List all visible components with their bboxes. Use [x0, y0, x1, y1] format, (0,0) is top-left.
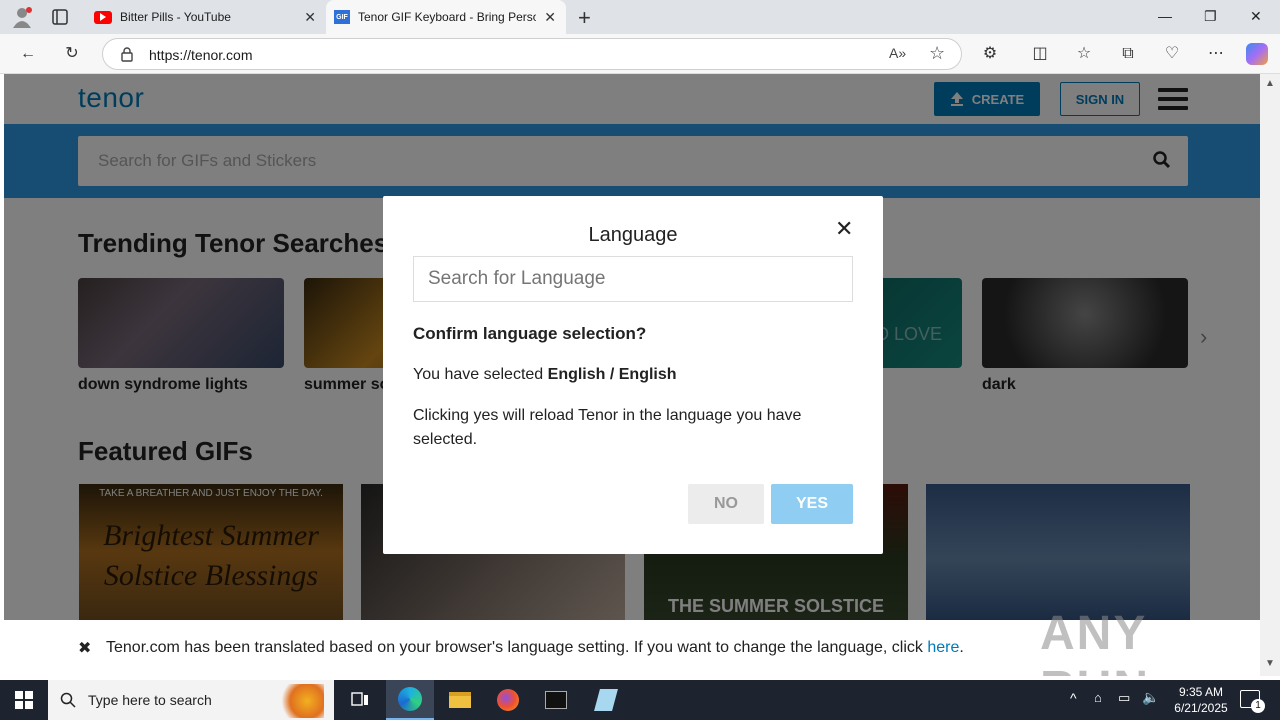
gif-favicon-icon: GIF	[334, 10, 350, 24]
notepad-icon[interactable]	[582, 680, 630, 720]
scroll-up-icon[interactable]: ▲	[1265, 78, 1275, 89]
address-bar[interactable]: https://tenor.com A» ☆	[102, 38, 962, 70]
browser-essentials-icon[interactable]: ♡	[1162, 44, 1182, 64]
dialog-title: Language	[588, 224, 678, 246]
back-icon[interactable]: ←	[18, 44, 38, 64]
task-view-icon[interactable]	[336, 680, 384, 720]
selected-prefix: You have selected	[413, 366, 544, 383]
tray-app-icon[interactable]: ⌂	[1094, 690, 1102, 705]
selected-language-line: You have selected English / English	[413, 366, 677, 384]
close-tab-icon[interactable]: ✕	[304, 9, 316, 26]
favorite-star-icon[interactable]: ☆	[929, 43, 945, 64]
file-explorer-icon[interactable]	[436, 680, 484, 720]
tab-youtube[interactable]: Bitter Pills - YouTube ✕	[86, 0, 326, 34]
youtube-icon	[94, 10, 112, 24]
split-screen-icon[interactable]: ◫	[1030, 44, 1050, 64]
language-search-input[interactable]	[413, 256, 853, 302]
taskbar-search-box[interactable]: Type here to search	[48, 680, 334, 720]
reload-explanation: Clicking yes will reload Tenor in the la…	[413, 407, 802, 448]
profile-icon[interactable]	[10, 6, 34, 28]
favorites-icon[interactable]: ☆	[1074, 44, 1094, 64]
scroll-down-icon[interactable]: ▼	[1265, 658, 1275, 669]
start-button[interactable]	[0, 680, 48, 720]
language-dialog: Language ✕ Confirm language selection? Y…	[383, 196, 883, 554]
tab-title: Bitter Pills - YouTube	[120, 10, 231, 24]
notice-message: Tenor.com has been translated based on y…	[106, 639, 923, 656]
taskbar-search-placeholder: Type here to search	[88, 692, 212, 708]
copilot-icon[interactable]	[1246, 43, 1268, 65]
anyrun-watermark: ANY RUN	[1040, 607, 1148, 676]
site-info-icon[interactable]	[119, 46, 135, 67]
url-text[interactable]: https://tenor.com	[149, 47, 253, 63]
search-highlight-icon	[268, 684, 324, 718]
tray-clock[interactable]: 9:35 AM 6/21/2025	[1168, 684, 1234, 716]
search-icon	[60, 692, 76, 708]
minimize-icon[interactable]: —	[1158, 8, 1172, 24]
confirm-question: Confirm language selection?	[413, 324, 647, 343]
extensions-icon[interactable]: ⚙	[980, 44, 1000, 64]
new-tab-icon[interactable]: +	[578, 5, 591, 31]
refresh-icon[interactable]: ↻	[62, 44, 82, 64]
no-button[interactable]: NO	[688, 484, 764, 524]
edge-taskbar-icon[interactable]	[386, 680, 434, 720]
close-window-icon[interactable]: ✕	[1250, 8, 1262, 25]
yes-button[interactable]: YES	[771, 484, 853, 524]
notice-text: Tenor.com has been translated based on y…	[106, 639, 964, 657]
read-aloud-icon[interactable]: A»	[889, 45, 906, 61]
windows-taskbar: Type here to search ^ ⌂ ▭ 🔈 9:35 AM 6/21…	[0, 680, 1280, 720]
tray-chevron-icon[interactable]: ^	[1070, 690, 1077, 706]
clock-date: 6/21/2025	[1174, 701, 1228, 715]
clock-time: 9:35 AM	[1178, 685, 1224, 699]
firefox-icon[interactable]	[484, 680, 532, 720]
network-icon[interactable]: ▭	[1118, 690, 1130, 706]
terminal-icon[interactable]	[532, 680, 580, 720]
tab-actions-icon[interactable]	[52, 9, 68, 25]
notification-count: 1	[1251, 699, 1265, 713]
close-tab-icon[interactable]: ✕	[544, 9, 556, 26]
volume-icon[interactable]: 🔈	[1142, 689, 1159, 706]
notifications-icon[interactable]: 1	[1240, 690, 1265, 713]
windows-logo-icon	[15, 691, 33, 709]
page-scrollbar[interactable]: ▲ ▼	[1260, 74, 1280, 676]
collections-icon[interactable]: ⧉	[1118, 44, 1138, 64]
browser-toolbar: ← ↻ https://tenor.com A» ☆ ⚙ ◫ ☆ ⧉ ♡ ⋯	[0, 34, 1280, 74]
browser-tab-bar: Bitter Pills - YouTube ✕ GIF Tenor GIF K…	[0, 0, 1280, 34]
more-options-icon[interactable]: ⋯	[1206, 44, 1226, 64]
notice-close-icon[interactable]: ✖	[78, 638, 91, 658]
restore-icon[interactable]: ❐	[1204, 8, 1217, 25]
notice-link[interactable]: here	[927, 639, 959, 656]
selected-language: English / English	[547, 366, 677, 383]
dialog-close-icon[interactable]: ✕	[835, 216, 853, 242]
tab-title: Tenor GIF Keyboard - Bring Perso	[358, 10, 536, 24]
notice-end: .	[959, 639, 964, 656]
tab-tenor[interactable]: GIF Tenor GIF Keyboard - Bring Perso ✕	[326, 0, 566, 34]
